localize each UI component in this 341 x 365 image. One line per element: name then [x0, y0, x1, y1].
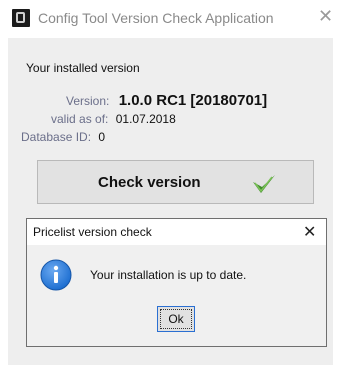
valid-as-of-row: valid as of: 01.07.2018 [51, 112, 176, 126]
check-version-button[interactable]: Check version [37, 160, 314, 204]
window-title: Config Tool Version Check Application [38, 10, 274, 26]
check-version-label: Check version [98, 174, 201, 191]
main-window: Config Tool Version Check Application ✕ … [0, 0, 341, 365]
info-icon [40, 259, 72, 291]
valid-as-of-label: valid as of: [51, 112, 109, 126]
installed-version-header: Your installed version [26, 61, 140, 75]
database-id-label: Database ID: [21, 130, 92, 144]
app-icon [12, 9, 30, 27]
dialog-close-icon[interactable]: ✕ [303, 222, 316, 242]
dialog-title-bar: Pricelist version check ✕ [27, 219, 326, 245]
database-id-value: 0 [98, 130, 106, 144]
database-id-row: Database ID: 0 [21, 130, 105, 144]
version-value: 1.0.0 RC1 [20180701] [118, 92, 268, 109]
ok-button[interactable]: Ok [157, 306, 195, 332]
pricelist-dialog: Pricelist version check ✕ Your installat… [26, 218, 327, 347]
title-bar: Config Tool Version Check Application ✕ [0, 0, 341, 36]
version-row: Version: 1.0.0 RC1 [20180701] [66, 92, 267, 109]
valid-as-of-value: 01.07.2018 [115, 112, 176, 126]
ok-button-label: Ok [160, 309, 192, 329]
checkmark-icon [253, 175, 275, 193]
dialog-message: Your installation is up to date. [90, 268, 247, 282]
window-close-icon[interactable]: ✕ [318, 7, 333, 25]
version-label: Version: [66, 94, 110, 108]
dialog-title: Pricelist version check [33, 225, 152, 239]
